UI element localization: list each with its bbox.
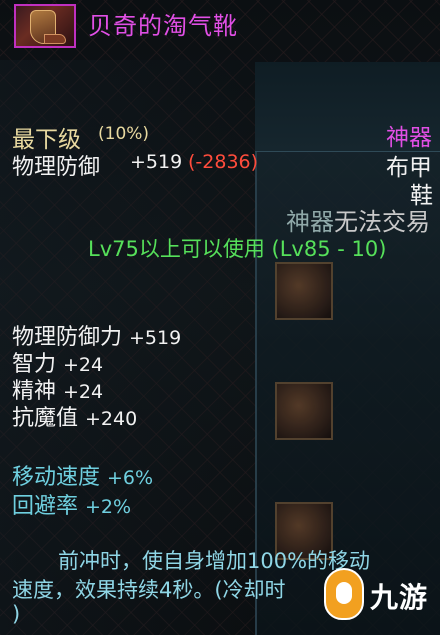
speed-stat-row: 移动速度 +6%	[12, 459, 153, 491]
description-line: )	[12, 602, 21, 626]
speed-stat-value: +6%	[107, 467, 154, 489]
game-screen: 贝奇的淘气靴 最下级 (10%) 物理防御 +519 (-2836) 神器 布甲…	[0, 0, 440, 635]
watermark-brand: 九游	[370, 581, 429, 614]
trade-text: 无法交易	[334, 208, 430, 236]
background-item-slot	[275, 382, 333, 440]
speed-stat-value: +2%	[85, 496, 132, 518]
speed-stat-row: 回避率 +2%	[12, 488, 131, 520]
stat-value: +519	[129, 327, 182, 349]
speed-stat-label: 移动速度	[12, 465, 101, 490]
stat-row: 抗魔值 +240	[12, 400, 137, 432]
trade-prefix: 神器	[286, 208, 334, 236]
level-requirement: Lv75以上可以使用 (Lv85 - 10)	[88, 237, 387, 261]
defense-diff: (-2836)	[188, 151, 259, 173]
item-name: 贝奇的淘气靴	[88, 12, 238, 40]
trade-status: 神器无法交易	[286, 202, 430, 237]
stat-label: 抗魔值	[12, 406, 79, 431]
background-item-slot	[275, 262, 333, 320]
watermark: 九游	[320, 568, 440, 628]
defense-value: +519	[130, 151, 183, 173]
stat-value: +240	[85, 408, 138, 430]
grade-percent: (10%)	[98, 124, 150, 144]
item-rarity: 神器	[386, 125, 432, 151]
watermark-badge-icon	[324, 568, 364, 620]
defense-label: 物理防御	[12, 155, 101, 180]
boot-icon	[14, 4, 76, 48]
speed-stat-label: 回避率	[12, 494, 79, 519]
description-line: 速度，效果持续4秒。(冷却时	[12, 578, 286, 602]
